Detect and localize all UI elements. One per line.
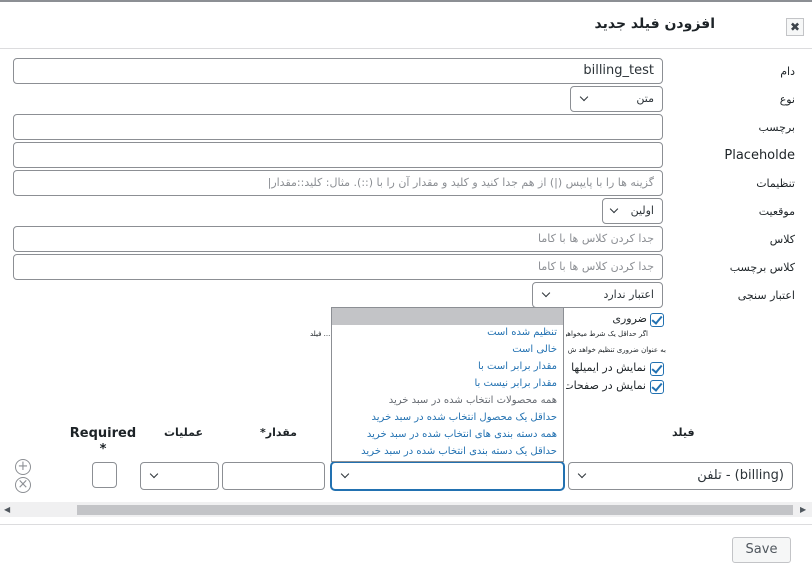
operator-dropdown-list: تنظیم شده است خالی است مقدار برابر است ب… [331,307,564,462]
dropdown-option[interactable]: تنظیم شده است [487,327,557,338]
chevron-down-icon [577,469,587,479]
scroll-right-arrow-icon[interactable]: ▶ [800,505,806,514]
dropdown-empty-option[interactable] [332,308,563,325]
label-class-label: کلاس برچسب [729,261,795,274]
close-icon[interactable]: ✖ [786,18,804,36]
condition-value-input[interactable] [222,462,325,490]
validation-label: اعتبار سنجی [737,289,795,302]
placeholder-input[interactable] [13,142,663,168]
dropdown-option[interactable]: همه محصولات انتخاب شده در سبد خرید [389,395,557,406]
col-header-required: Required * [69,426,137,457]
settings-label: تنظیمات [756,177,795,190]
class-label: کلاس [769,233,795,246]
chevron-down-icon [340,469,350,479]
type-select-value: متن [636,92,654,105]
name-label: دام [780,65,795,78]
chevron-down-icon [609,204,619,214]
required-checkbox-row[interactable] [92,462,117,488]
condition-field-select[interactable]: (billing) - تلفن [568,462,793,490]
label-class-input[interactable]: جدا کردن کلاس ها با کاما [13,254,663,280]
condition-field-value: (billing) - تلفن [697,468,784,483]
position-label: موقعیت [758,205,795,218]
position-select-value: اولین [630,204,654,217]
footer-divider [0,524,812,525]
show-in-pages-checkbox[interactable] [650,380,664,394]
operations-select[interactable] [140,462,219,490]
dialog-title: افزودن فیلد جدید [594,16,715,32]
show-in-emails-label: نمایش در ایمیلها [571,361,646,374]
chevron-down-icon [541,288,551,298]
required-checkbox[interactable] [650,313,664,327]
scrollbar-thumb[interactable] [77,505,793,515]
dropdown-option[interactable]: حداقل یک دسته بندی انتخاب شده در سبد خری… [361,446,557,457]
show-in-emails-checkbox[interactable] [650,362,664,376]
dropdown-option[interactable]: حداقل یک محصول انتخاب شده در سبد خرید [372,412,557,423]
label-input[interactable] [13,114,663,140]
required-note-line-1: اگر حداقل یک شرط میخواهید تن [566,330,648,338]
label-label: برچسب [758,121,795,134]
operator-select[interactable] [331,462,564,490]
dropdown-option[interactable]: خالی است [512,344,557,355]
position-select[interactable]: اولین [602,198,663,224]
chevron-down-icon [579,92,589,102]
add-condition-icon[interactable]: + [15,459,31,475]
chevron-down-icon [149,469,159,479]
save-button[interactable]: Save [732,537,791,563]
scroll-left-arrow-icon[interactable]: ◀ [4,505,10,514]
col-header-operations: عملیات [164,426,204,439]
settings-input[interactable]: گزینه ها را با پایپس (|) از هم جدا کنید … [13,170,663,196]
remove-condition-icon[interactable]: × [15,477,31,493]
type-select[interactable]: متن [570,86,663,112]
col-header-field: فیلد [672,426,695,439]
validation-select[interactable]: اعتبار ندارد [532,282,663,308]
horizontal-scrollbar[interactable]: ◀ ▶ [0,502,812,517]
dropdown-option[interactable]: مقدار برابر نیست با [474,378,557,389]
dropdown-option[interactable]: مقدار برابر است با [478,361,557,372]
required-note-line-2: به عنوان ضروری تنظیم خواهد ش [567,346,666,354]
dialog-top-border [0,0,812,2]
required-note-line-1-tail: ... فیلد [310,330,331,338]
col-header-value: مقدار* [260,426,297,439]
dropdown-option[interactable]: همه دسته بندی های انتخاب شده در سبد خرید [367,429,557,440]
header-divider [0,48,812,49]
class-input[interactable]: جدا کردن کلاس ها با کاما [13,226,663,252]
show-in-pages-label: نمایش در صفحات [566,379,646,392]
validation-select-value: اعتبار ندارد [603,288,654,301]
required-checkbox-label: ضروری [612,312,647,325]
type-label: نوع [779,93,795,106]
name-input[interactable]: billing_test [13,58,663,84]
placeholder-label: Placeholde [724,148,795,163]
